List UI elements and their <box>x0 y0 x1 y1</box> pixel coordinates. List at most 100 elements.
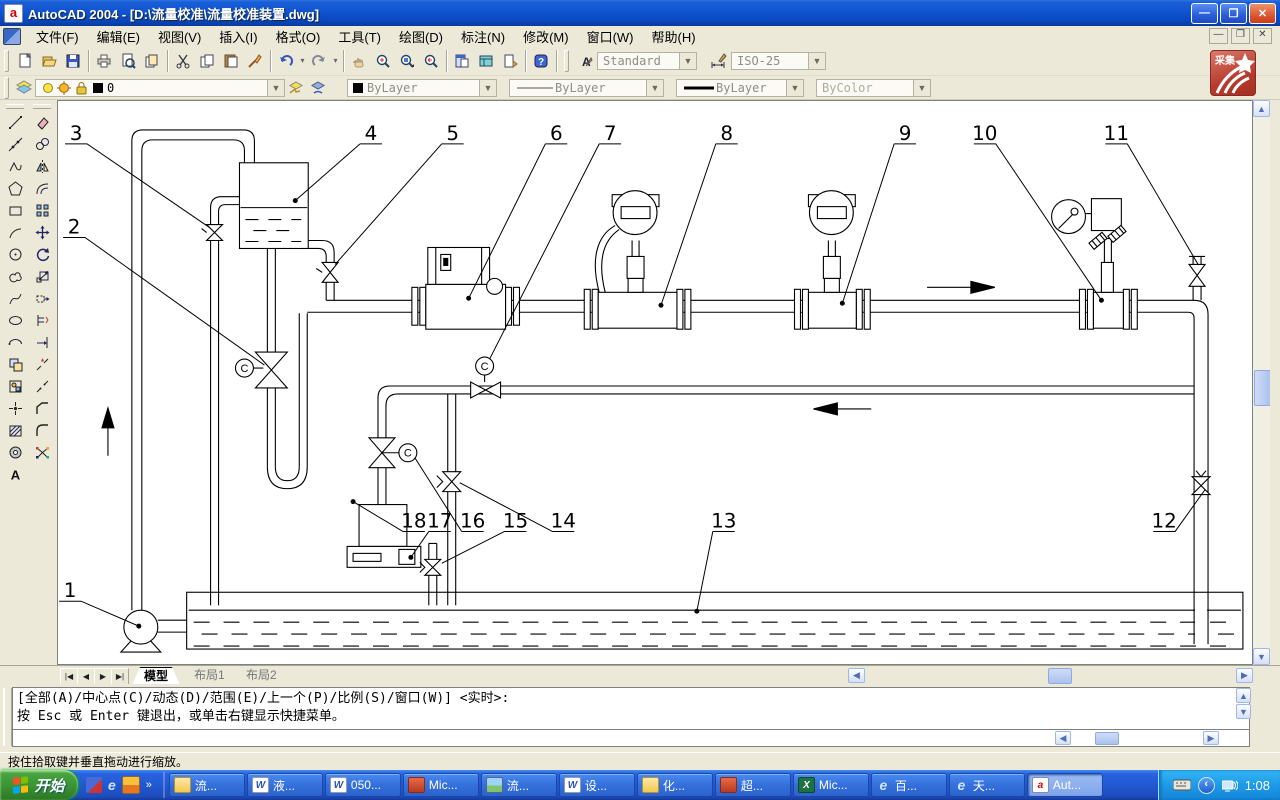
child-minimize-button[interactable]: — <box>1209 28 1228 44</box>
menu-item-insert[interactable]: 插入(I) <box>210 25 266 48</box>
designcenter-button[interactable] <box>474 49 498 73</box>
circle-tool-icon[interactable] <box>3 243 27 265</box>
paste-button[interactable] <box>219 49 243 73</box>
child-close-button[interactable]: ✕ <box>1253 28 1272 44</box>
toolbar-grip[interactable] <box>4 77 9 99</box>
canvas-vscrollbar[interactable]: ▲ ▼ <box>1253 100 1270 665</box>
media-player-icon[interactable] <box>122 776 140 794</box>
toolbar-grip[interactable] <box>564 50 569 72</box>
spline-tool-icon[interactable] <box>3 287 27 309</box>
line-tool-icon[interactable] <box>3 111 27 133</box>
hscroll-left-icon[interactable]: ◀ <box>848 668 865 683</box>
ellipse-arc-tool-icon[interactable] <box>3 331 27 353</box>
taskbar-task-autocad[interactable]: aAut... <box>1027 773 1103 797</box>
pan-button[interactable] <box>347 49 371 73</box>
menu-item-window[interactable]: 窗口(W) <box>578 25 643 48</box>
menu-item-modify[interactable]: 修改(M) <box>514 25 578 48</box>
lineweight-combo[interactable]: ByLayer ▼ <box>676 79 804 97</box>
break-at-point-tool-icon[interactable] <box>30 353 54 375</box>
hscroll-right-icon[interactable]: ▶ <box>1203 731 1219 745</box>
menu-item-tools[interactable]: 工具(T) <box>329 25 390 48</box>
tab-prev-icon[interactable]: ◀ <box>77 668 95 685</box>
copy-button[interactable] <box>195 49 219 73</box>
plot-button[interactable] <box>92 49 116 73</box>
menu-item-file[interactable]: 文件(F) <box>27 25 88 48</box>
region-tool-icon[interactable] <box>3 441 27 463</box>
capture-tool-logo[interactable]: 采集 <box>1210 50 1256 96</box>
taskbar-task-excel[interactable]: XMic... <box>793 773 869 797</box>
arc-tool-icon[interactable] <box>3 221 27 243</box>
chevron-down-icon[interactable]: ▼ <box>646 80 663 96</box>
toolbar-grip[interactable] <box>4 50 9 72</box>
hscroll-right-icon[interactable]: ▶ <box>1236 668 1253 683</box>
cut-icon[interactable] <box>171 49 195 73</box>
properties-button[interactable] <box>450 49 474 73</box>
point-tool-icon[interactable] <box>3 397 27 419</box>
taskbar-task-word[interactable]: W050... <box>325 773 401 797</box>
extend-tool-icon[interactable] <box>30 331 54 353</box>
hscroll-thumb[interactable] <box>1095 732 1119 745</box>
explode-tool-icon[interactable] <box>30 441 54 463</box>
tab-model[interactable]: 模型 <box>132 667 180 685</box>
hscroll-left-icon[interactable]: ◀ <box>1055 731 1071 745</box>
menu-item-view[interactable]: 视图(V) <box>149 25 210 48</box>
make-layer-current-button[interactable] <box>307 78 329 98</box>
trim-tool-icon[interactable] <box>30 309 54 331</box>
undo-dropdown-icon[interactable]: ▾ <box>298 56 307 65</box>
taskbar-task-ie[interactable]: e百... <box>871 773 947 797</box>
new-button[interactable] <box>13 49 37 73</box>
taskbar-task-folder[interactable]: 化... <box>637 773 713 797</box>
restore-button[interactable]: ❐ <box>1220 3 1247 24</box>
zoom-previous-button[interactable] <box>419 49 443 73</box>
rotate-tool-icon[interactable] <box>30 243 54 265</box>
redo-button[interactable] <box>307 49 331 73</box>
open-button[interactable] <box>37 49 61 73</box>
keyboard-icon[interactable] <box>1173 779 1191 791</box>
hatch-tool-icon[interactable] <box>3 419 27 441</box>
menu-item-help[interactable]: 帮助(H) <box>643 25 705 48</box>
menu-item-format[interactable]: 格式(O) <box>267 25 330 48</box>
text-style-combo[interactable]: Standard ▼ <box>597 52 697 70</box>
chevron-down-icon[interactable]: ▼ <box>679 53 696 69</box>
start-button[interactable]: 开始 <box>0 770 78 800</box>
zoom-realtime-button[interactable] <box>371 49 395 73</box>
tab-last-icon[interactable]: ▶| <box>111 668 129 685</box>
match-properties-button[interactable] <box>243 49 267 73</box>
taskbar-task-ie[interactable]: e天... <box>949 773 1025 797</box>
erase-tool-icon[interactable] <box>30 111 54 133</box>
drawing-canvas[interactable]: C <box>57 100 1253 665</box>
linetype-combo[interactable]: ByLayer ▼ <box>509 79 664 97</box>
taskbar-task-image[interactable]: 流... <box>481 773 557 797</box>
chevron-down-icon[interactable]: ▼ <box>479 80 496 96</box>
tool-palettes-button[interactable] <box>498 49 522 73</box>
tab-layout1[interactable]: 布局1 <box>182 667 237 684</box>
revision-cloud-tool-icon[interactable] <box>3 265 27 287</box>
stretch-tool-icon[interactable] <box>30 287 54 309</box>
save-button[interactable] <box>61 49 85 73</box>
display-status-icon[interactable] <box>1222 779 1238 792</box>
tray-collapse-icon[interactable]: ‹ <box>1198 777 1215 794</box>
chevron-more-icon[interactable]: » <box>146 779 152 791</box>
layer-previous-button[interactable] <box>285 78 307 98</box>
tab-first-icon[interactable]: |◀ <box>60 668 78 685</box>
zoom-window-button[interactable] <box>395 49 419 73</box>
child-restore-button[interactable]: ❐ <box>1231 28 1250 44</box>
minimize-button[interactable]: — <box>1191 3 1218 24</box>
scroll-up-icon[interactable]: ▲ <box>1236 688 1251 703</box>
scroll-down-icon[interactable]: ▼ <box>1236 704 1251 719</box>
polyline-tool-icon[interactable] <box>3 155 27 177</box>
chevron-down-icon[interactable]: ▼ <box>786 80 803 96</box>
internet-explorer-icon[interactable]: e <box>108 777 116 793</box>
scale-tool-icon[interactable] <box>30 265 54 287</box>
tab-next-icon[interactable]: ▶ <box>94 668 112 685</box>
taskbar-task-word[interactable]: W设... <box>559 773 635 797</box>
quick-launch-app-icon[interactable] <box>86 777 102 793</box>
hscroll-thumb[interactable] <box>1048 668 1072 684</box>
command-vscrollbar[interactable]: ▲ ▼ <box>1236 688 1251 728</box>
command-history[interactable]: [全部(A)/中心点(C)/动态(D)/范围(E)/上一个(P)/比例(S)/窗… <box>12 687 1250 729</box>
fillet-tool-icon[interactable] <box>30 419 54 441</box>
scroll-up-icon[interactable]: ▲ <box>1253 100 1270 117</box>
dim-style-combo[interactable]: ISO-25 ▼ <box>731 52 826 70</box>
chevron-down-icon[interactable]: ▼ <box>267 80 284 96</box>
vscroll-thumb[interactable] <box>1254 370 1271 406</box>
